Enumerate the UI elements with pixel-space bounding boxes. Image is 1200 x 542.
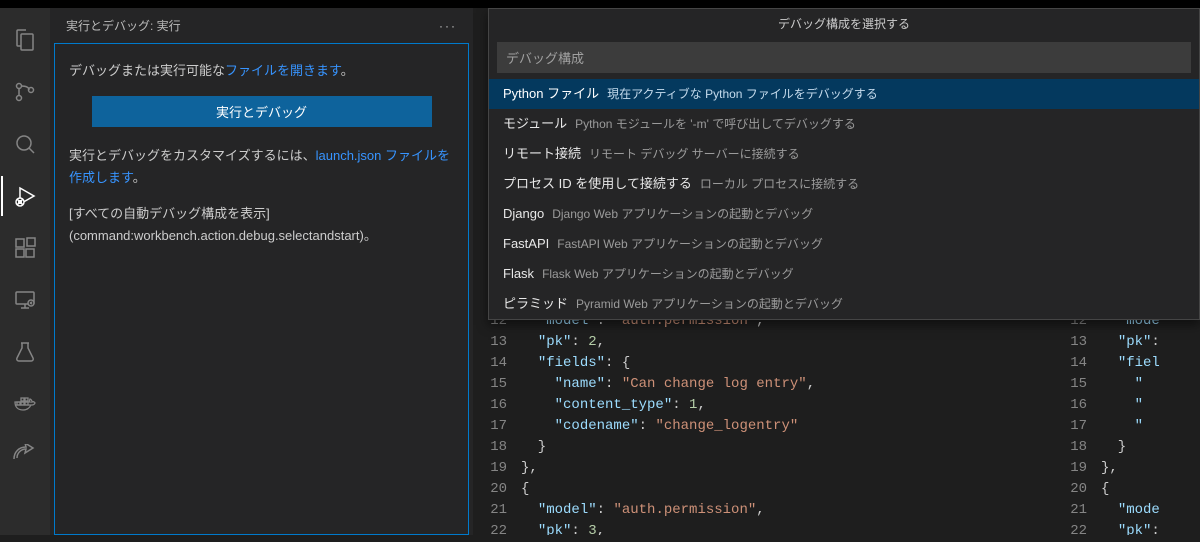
- extensions-icon[interactable]: [1, 228, 49, 268]
- run-and-debug-button[interactable]: 実行とデバッグ: [92, 96, 432, 127]
- quickpick-item[interactable]: DjangoDjango Web アプリケーションの起動とデバッグ: [489, 199, 1199, 229]
- title-bar: [0, 0, 1200, 8]
- sidebar-body: デバッグまたは実行可能なファイルを開きます。 実行とデバッグ 実行とデバッグをカ…: [54, 43, 469, 535]
- quickpick-list: Python ファイル現在アクティブな Python ファイルをデバッグするモジ…: [489, 79, 1199, 319]
- activity-bar: [0, 8, 50, 535]
- code-left[interactable]: { "model": "auth.permission", "pk": 2, "…: [521, 290, 1053, 535]
- more-actions-icon[interactable]: ···: [439, 19, 457, 33]
- open-file-text: デバッグまたは実行可能なファイルを開きます。: [69, 60, 454, 82]
- show-all-configs-text: [すべての自動デバッグ構成を表示](command:workbench.acti…: [69, 203, 454, 247]
- gutter-left: 111213141516171819202122: [473, 290, 521, 535]
- remote-icon[interactable]: [1, 280, 49, 320]
- open-file-link[interactable]: ファイルを開きます: [225, 63, 341, 78]
- editor-right[interactable]: 111213141516171819202122 { "mode "pk": "…: [1053, 290, 1200, 535]
- editor-left[interactable]: 111213141516171819202122 { "model": "aut…: [473, 290, 1053, 535]
- sidebar-title: 実行とデバッグ: 実行: [66, 17, 181, 34]
- customize-text: 実行とデバッグをカスタマイズするには、launch.json ファイルを作成しま…: [69, 145, 454, 189]
- docker-icon[interactable]: [1, 384, 49, 424]
- editor-area: デバッグ構成を選択する デバッグ構成 Python ファイル現在アクティブな P…: [473, 8, 1200, 535]
- quickpick-item[interactable]: Python ファイル現在アクティブな Python ファイルをデバッグする: [489, 79, 1199, 109]
- gutter-right: 111213141516171819202122: [1053, 290, 1101, 535]
- quickpick-item[interactable]: プロセス ID を使用して接続するローカル プロセスに接続する: [489, 169, 1199, 199]
- quickpick-item[interactable]: モジュールPython モジュールを '-m' で呼び出してデバッグする: [489, 109, 1199, 139]
- sidebar-header: 実行とデバッグ: 実行 ···: [50, 8, 473, 43]
- source-control-icon[interactable]: [1, 72, 49, 112]
- explorer-icon[interactable]: [1, 20, 49, 60]
- code-right[interactable]: { "mode "pk": "fiel " " " }},{ "mode "pk…: [1101, 290, 1200, 535]
- quickpick-title: デバッグ構成を選択する: [489, 9, 1199, 38]
- testing-icon[interactable]: [1, 332, 49, 372]
- quickpick-item[interactable]: ピラミッドPyramid Web アプリケーションの起動とデバッグ: [489, 289, 1199, 319]
- debug-config-picker: デバッグ構成を選択する デバッグ構成 Python ファイル現在アクティブな P…: [488, 8, 1200, 320]
- run-debug-icon[interactable]: [1, 176, 49, 216]
- run-debug-sidebar: 実行とデバッグ: 実行 ··· デバッグまたは実行可能なファイルを開きます。 実…: [50, 8, 473, 535]
- quickpick-item[interactable]: FastAPIFastAPI Web アプリケーションの起動とデバッグ: [489, 229, 1199, 259]
- share-icon[interactable]: [1, 436, 49, 476]
- quickpick-item[interactable]: FlaskFlask Web アプリケーションの起動とデバッグ: [489, 259, 1199, 289]
- quickpick-input[interactable]: デバッグ構成: [497, 42, 1191, 73]
- quickpick-item[interactable]: リモート接続リモート デバッグ サーバーに接続する: [489, 139, 1199, 169]
- search-icon[interactable]: [1, 124, 49, 164]
